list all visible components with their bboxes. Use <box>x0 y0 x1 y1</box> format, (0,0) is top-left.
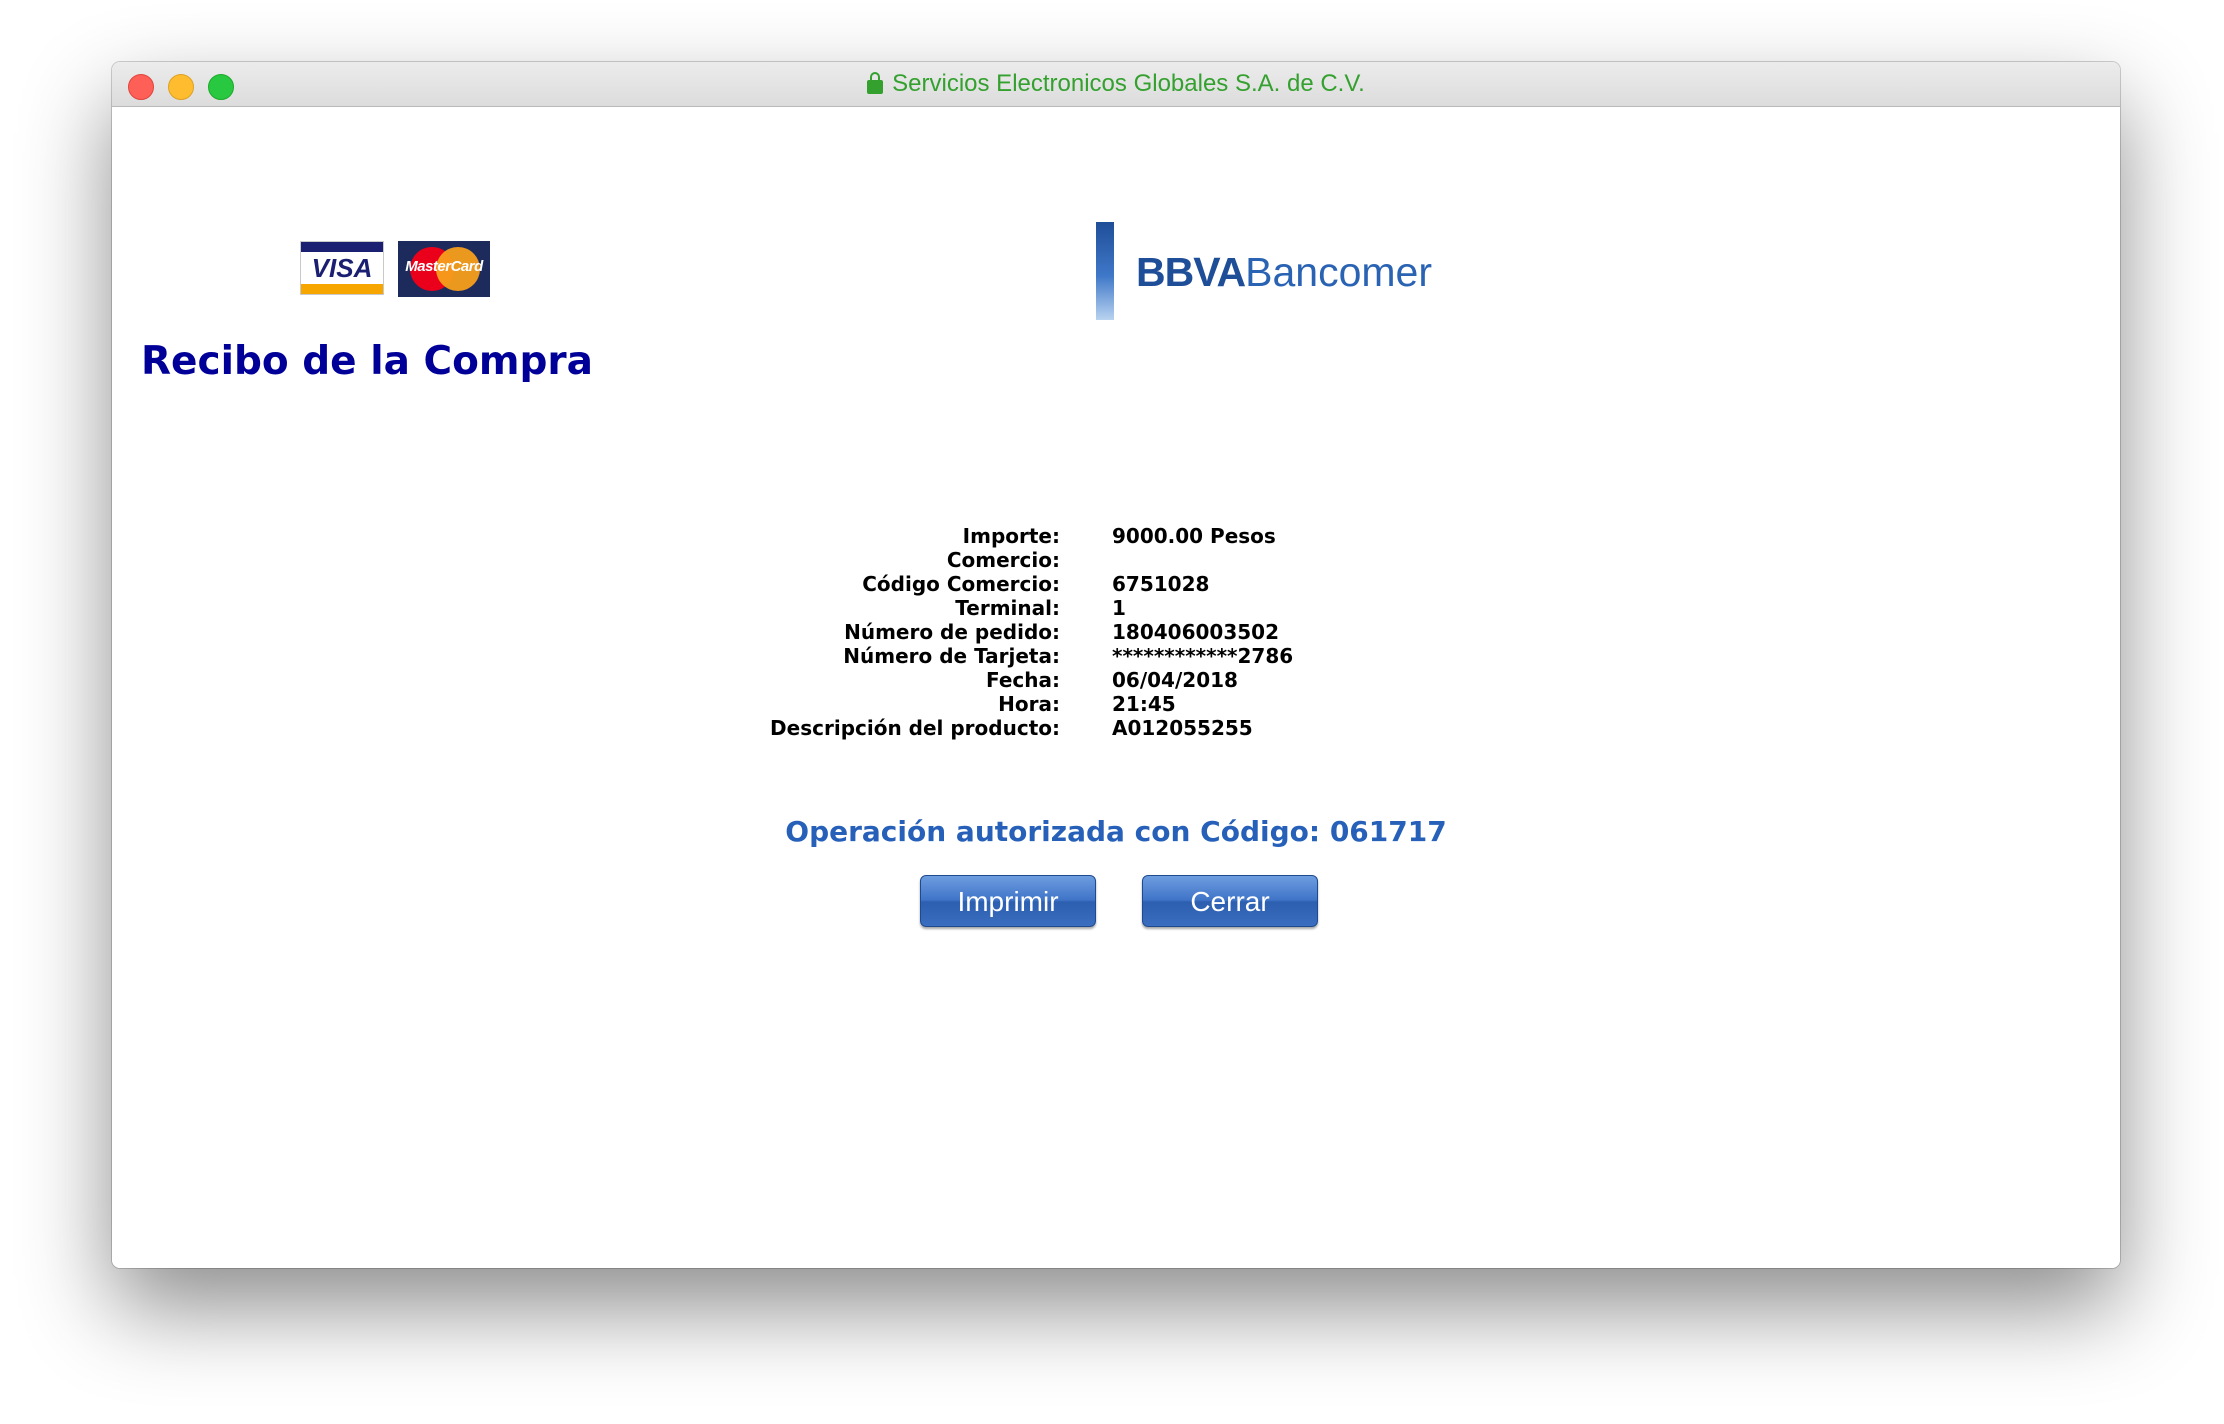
window-title: Servicios Electronicos Globales S.A. de … <box>892 70 1365 97</box>
receipt-row-importe: Importe: 9000.00 Pesos <box>112 524 2120 548</box>
receipt-details: Importe: 9000.00 Pesos Comercio: Código … <box>112 524 2120 740</box>
receipt-label: Número de Tarjeta: <box>843 644 1060 668</box>
receipt-row-descripcion: Descripción del producto: A012055255 <box>112 716 2120 740</box>
mastercard-logo: MasterCard <box>398 241 490 297</box>
receipt-value: 06/04/2018 <box>1112 668 1238 692</box>
receipt-value: ************2786 <box>1112 644 1294 668</box>
bbva-logo-text: BBVABancomer <box>1136 248 1432 296</box>
receipt-row-numero-tarjeta: Número de Tarjeta: ************2786 <box>112 644 2120 668</box>
receipt-value: 1 <box>1112 596 1126 620</box>
bbva-logo-short: BBVA <box>1136 249 1246 295</box>
receipt-value: A012055255 <box>1112 716 1253 740</box>
lock-icon <box>867 72 884 94</box>
bbva-logo-name: Bancomer <box>1245 249 1433 295</box>
receipt-row-codigo-comercio: Código Comercio: 6751028 <box>112 572 2120 596</box>
visa-band-top <box>301 242 383 252</box>
receipt-label: Comercio: <box>946 548 1060 572</box>
receipt-label: Número de pedido: <box>844 620 1060 644</box>
receipt-row-terminal: Terminal: 1 <box>112 596 2120 620</box>
receipt-value: 9000.00 Pesos <box>1112 524 1276 548</box>
receipt-label: Importe: <box>962 524 1060 548</box>
receipt-row-hora: Hora: 21:45 <box>112 692 2120 716</box>
authorization-message: Operación autorizada con Código: 061717 <box>785 815 1447 848</box>
receipt-row-fecha: Fecha: 06/04/2018 <box>112 668 2120 692</box>
visa-logo-text: VISA <box>311 253 373 283</box>
window-title-container: Servicios Electronicos Globales S.A. de … <box>112 62 2120 106</box>
bbva-logo-bar <box>1096 222 1114 320</box>
receipt-label: Fecha: <box>985 668 1060 692</box>
print-button[interactable]: Imprimir <box>920 875 1096 927</box>
close-button[interactable]: Cerrar <box>1142 875 1318 927</box>
browser-window: Servicios Electronicos Globales S.A. de … <box>112 62 2120 1268</box>
receipt-label: Terminal: <box>955 596 1060 620</box>
receipt-row-numero-pedido: Número de pedido: 180406003502 <box>112 620 2120 644</box>
visa-band-bottom <box>301 284 383 294</box>
receipt-row-comercio: Comercio: <box>112 548 2120 572</box>
receipt-value: 180406003502 <box>1112 620 1279 644</box>
mastercard-logo-text: MasterCard <box>405 258 483 275</box>
page-title: Recibo de la Compra <box>141 339 593 384</box>
bbva-bancomer-logo: BBVABancomer <box>1096 222 1456 322</box>
receipt-label: Código Comercio: <box>862 572 1060 596</box>
page-content: VISA MasterCard BBVABancomer Recibo de l… <box>112 107 2120 1268</box>
title-bar: Servicios Electronicos Globales S.A. de … <box>112 62 2120 107</box>
receipt-label: Hora: <box>998 692 1060 716</box>
receipt-label: Descripción del producto: <box>770 716 1060 740</box>
visa-logo: VISA <box>300 241 384 295</box>
receipt-value: 6751028 <box>1112 572 1210 596</box>
receipt-value: 21:45 <box>1112 692 1176 716</box>
